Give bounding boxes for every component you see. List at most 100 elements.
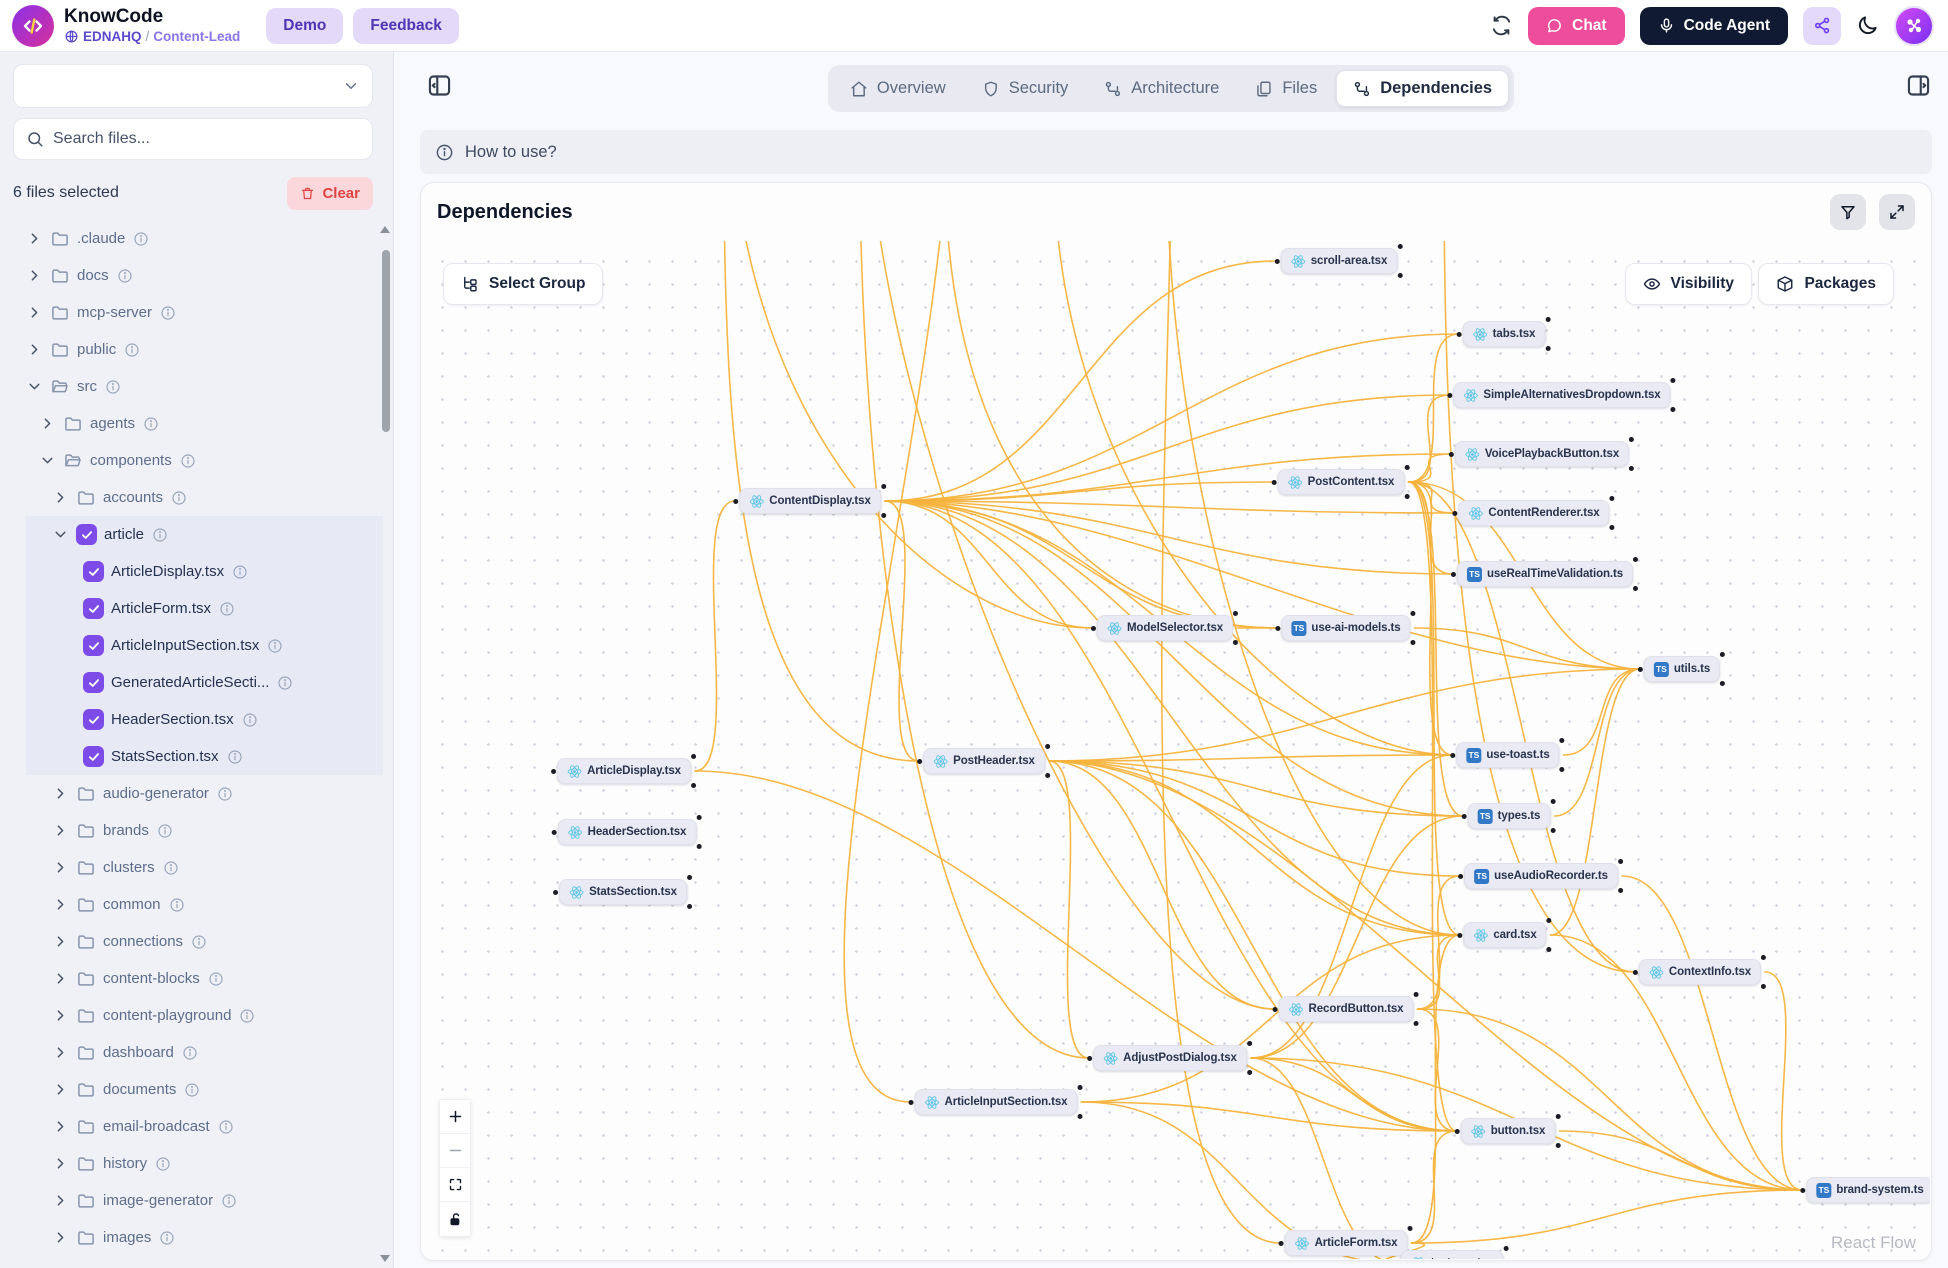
info-icon[interactable]	[221, 1193, 237, 1209]
chevron-right-icon[interactable]	[52, 859, 69, 876]
tree-item-agents[interactable]: agents	[26, 405, 383, 442]
handle-left[interactable]	[551, 769, 556, 774]
chevron-right-icon[interactable]	[26, 230, 43, 247]
graph-node-postheader[interactable]: PostHeader.tsx	[923, 748, 1045, 774]
checkbox-checked[interactable]	[83, 561, 104, 582]
info-icon[interactable]	[159, 1230, 175, 1246]
handle-right-top[interactable]	[1550, 799, 1555, 804]
handle-right-top[interactable]	[1503, 1246, 1508, 1251]
graph-node-articleinputsection[interactable]: ArticleInputSection.tsx	[915, 1089, 1078, 1115]
handle-right-top[interactable]	[691, 754, 696, 759]
chevron-right-icon[interactable]	[52, 1229, 69, 1246]
handle-left[interactable]	[552, 830, 557, 835]
handle-left[interactable]	[1455, 1129, 1460, 1134]
handle-right-top[interactable]	[881, 484, 886, 489]
checkbox-checked[interactable]	[83, 709, 104, 730]
graph-node-sad[interactable]: SimpleAlternativesDropdown.tsx	[1453, 382, 1670, 408]
handle-right-top[interactable]	[696, 815, 701, 820]
handle-left[interactable]	[1452, 511, 1457, 516]
graph-node-usetoast[interactable]: TSuse-toast.ts	[1456, 742, 1559, 768]
dependency-graph-canvas[interactable]: scroll-area.tsxtabs.tsxSimpleAlternative…	[422, 241, 1930, 1259]
handle-right-bottom[interactable]	[1545, 346, 1550, 351]
packages-button[interactable]: Packages	[1758, 263, 1894, 305]
tree-item-common[interactable]: common	[26, 886, 383, 923]
how-to-use-bar[interactable]: How to use?	[420, 130, 1932, 174]
chevron-right-icon[interactable]	[26, 304, 43, 321]
info-icon[interactable]	[160, 305, 176, 321]
handle-right-bottom[interactable]	[1413, 1021, 1418, 1026]
handle-right-bottom[interactable]	[1618, 888, 1623, 893]
chevron-right-icon[interactable]	[52, 896, 69, 913]
zoom-in-button[interactable]	[440, 1100, 470, 1134]
handle-left[interactable]	[1457, 933, 1462, 938]
feedback-button[interactable]: Feedback	[353, 8, 459, 44]
chevron-right-icon[interactable]	[52, 1007, 69, 1024]
checkbox-checked[interactable]	[83, 598, 104, 619]
chevron-right-icon[interactable]	[52, 933, 69, 950]
handle-right-bottom[interactable]	[696, 844, 701, 849]
handle-left[interactable]	[1279, 1241, 1284, 1246]
lock-button[interactable]	[440, 1202, 470, 1236]
info-icon[interactable]	[242, 712, 258, 728]
handle-right-bottom[interactable]	[1077, 1114, 1082, 1119]
collapse-sidebar-icon[interactable]	[426, 72, 453, 99]
info-icon[interactable]	[232, 564, 248, 580]
info-icon[interactable]	[105, 379, 121, 395]
handle-left[interactable]	[733, 499, 738, 504]
code-agent-button[interactable]: Code Agent	[1640, 7, 1788, 45]
scrollbar-down-arrow[interactable]	[380, 1255, 390, 1262]
tree-item-connections[interactable]: connections	[26, 923, 383, 960]
tree-item-article[interactable]: article	[26, 516, 383, 553]
breadcrumb-project[interactable]: Content-Lead	[153, 29, 240, 44]
graph-node-postcontent[interactable]: PostContent.tsx	[1278, 469, 1405, 495]
scrollbar-up-arrow[interactable]	[380, 226, 390, 233]
tab-overview[interactable]: Overview	[833, 70, 963, 107]
chevron-right-icon[interactable]	[52, 1044, 69, 1061]
info-icon[interactable]	[239, 1008, 255, 1024]
graph-node-utils[interactable]: TSutils.ts	[1644, 656, 1720, 682]
handle-left[interactable]	[1451, 572, 1456, 577]
graph-node-brandsystem[interactable]: TSbrand-system.ts	[1806, 1177, 1930, 1203]
tree-item-src[interactable]: src	[26, 368, 383, 405]
handle-right-bottom[interactable]	[1555, 1143, 1560, 1148]
tree-item-audio-generator[interactable]: audio-generator	[26, 775, 383, 812]
checkbox-checked[interactable]	[76, 524, 97, 545]
chevron-down-icon[interactable]	[52, 526, 69, 543]
handle-right-top[interactable]	[1404, 465, 1409, 470]
chevron-right-icon[interactable]	[26, 341, 43, 358]
handle-left[interactable]	[1449, 452, 1454, 457]
handle-right-bottom[interactable]	[1404, 494, 1409, 499]
graph-node-adjustpostdialog[interactable]: AdjustPostDialog.tsx	[1093, 1045, 1247, 1071]
graph-node-urtv[interactable]: TSuseRealTimeValidation.ts	[1457, 561, 1633, 587]
handle-right-top[interactable]	[1397, 244, 1402, 249]
chevron-down-icon[interactable]	[26, 378, 43, 395]
chevron-right-icon[interactable]	[52, 822, 69, 839]
graph-node-vpb[interactable]: VoicePlaybackButton.tsx	[1455, 441, 1629, 467]
info-icon[interactable]	[217, 786, 233, 802]
clear-selection-button[interactable]: Clear	[287, 177, 373, 210]
search-input[interactable]	[53, 130, 360, 148]
info-icon[interactable]	[163, 860, 179, 876]
handle-left[interactable]	[909, 1100, 914, 1105]
graph-node-useaudiorecorder[interactable]: TSuseAudioRecorder.ts	[1464, 863, 1618, 889]
zoom-out-button[interactable]	[440, 1134, 470, 1168]
filter-button[interactable]	[1830, 194, 1866, 230]
graph-node-articledisplay[interactable]: ArticleDisplay.tsx	[557, 758, 691, 784]
expand-button[interactable]	[1879, 194, 1915, 230]
graph-node-contentrenderer[interactable]: ContentRenderer.tsx	[1458, 500, 1609, 526]
handle-right-top[interactable]	[1045, 744, 1050, 749]
info-icon[interactable]	[155, 1156, 171, 1172]
select-group-button[interactable]: Select Group	[443, 263, 603, 305]
chevron-right-icon[interactable]	[52, 970, 69, 987]
tree-item-image-generator[interactable]: image-generator	[26, 1182, 383, 1219]
graph-node-tabs[interactable]: tabs.tsx	[1463, 321, 1546, 347]
chevron-right-icon[interactable]	[52, 1155, 69, 1172]
handle-left[interactable]	[1633, 970, 1638, 975]
handle-left[interactable]	[1272, 480, 1277, 485]
info-icon[interactable]	[124, 342, 140, 358]
handle-left[interactable]	[1458, 874, 1463, 879]
handle-right-bottom[interactable]	[881, 513, 886, 518]
graph-node-card[interactable]: card.tsx	[1463, 922, 1546, 948]
tree-item-articleform-tsx[interactable]: ArticleForm.tsx	[26, 590, 383, 627]
handle-right-top[interactable]	[1545, 317, 1550, 322]
